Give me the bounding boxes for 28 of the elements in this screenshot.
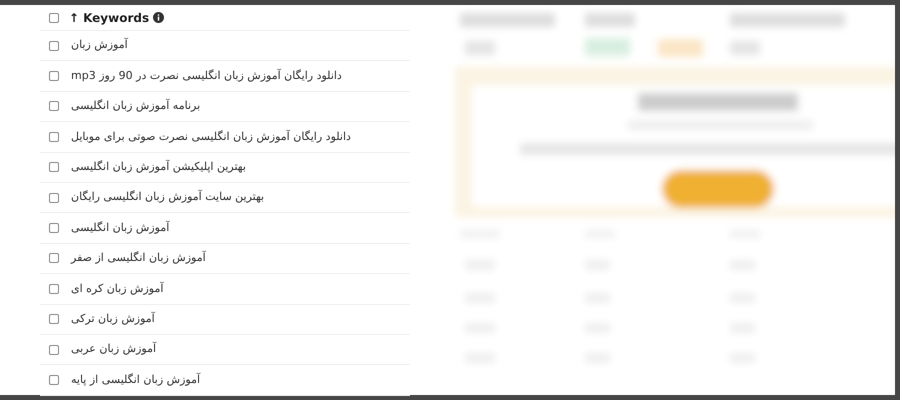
- checkbox[interactable]: [49, 40, 59, 51]
- checkbox[interactable]: [49, 374, 59, 385]
- checkbox[interactable]: [49, 223, 59, 234]
- sort-arrow[interactable]: ↑: [69, 8, 80, 26]
- keyword-text: آموزش زبان ترکی: [71, 310, 155, 327]
- checkbox[interactable]: [49, 71, 59, 82]
- keyword-text: آموزش زبان: [71, 37, 128, 54]
- column-header[interactable]: Keywords: [83, 8, 150, 26]
- checkbox[interactable]: [49, 344, 59, 355]
- checkbox[interactable]: [49, 132, 59, 142]
- keyword-text: برنامه آموزش زبان انگلیسی: [71, 98, 200, 114]
- checkbox[interactable]: [49, 162, 59, 172]
- info-icon[interactable]: [153, 12, 164, 23]
- keyword-text: آموزش زبان انگلیسی از پایه: [71, 372, 200, 388]
- checkbox[interactable]: [49, 101, 59, 112]
- keyword-text: بهترین سایت آموزش زبان انگلیسی رایگان: [71, 189, 264, 206]
- keyword-text: آموزش زبان عربی: [71, 341, 156, 358]
- checkbox[interactable]: [49, 192, 59, 203]
- keyword-text: دانلود رایگان آموزش زبان انگلیسی نصرت صوتی برای موبایل: [71, 128, 351, 145]
- keyword-text: دانلود رایگان آموزش زبان انگلیسی نصرت در 90 روز mp3: [71, 68, 342, 84]
- checkbox[interactable]: [49, 314, 59, 324]
- checkbox[interactable]: [49, 12, 59, 22]
- checkbox[interactable]: [49, 253, 59, 264]
- keyword-text: آموزش زبان انگلیسی: [71, 220, 170, 236]
- keyword-text: آموزش زبان کره ای: [71, 280, 164, 297]
- checkbox[interactable]: [49, 284, 59, 294]
- keyword-text: آموزش زبان انگلیسی از صفر: [71, 250, 206, 266]
- keyword-text: بهترین اپلیکیشن آموزش زبان انگلیسی: [71, 159, 246, 175]
